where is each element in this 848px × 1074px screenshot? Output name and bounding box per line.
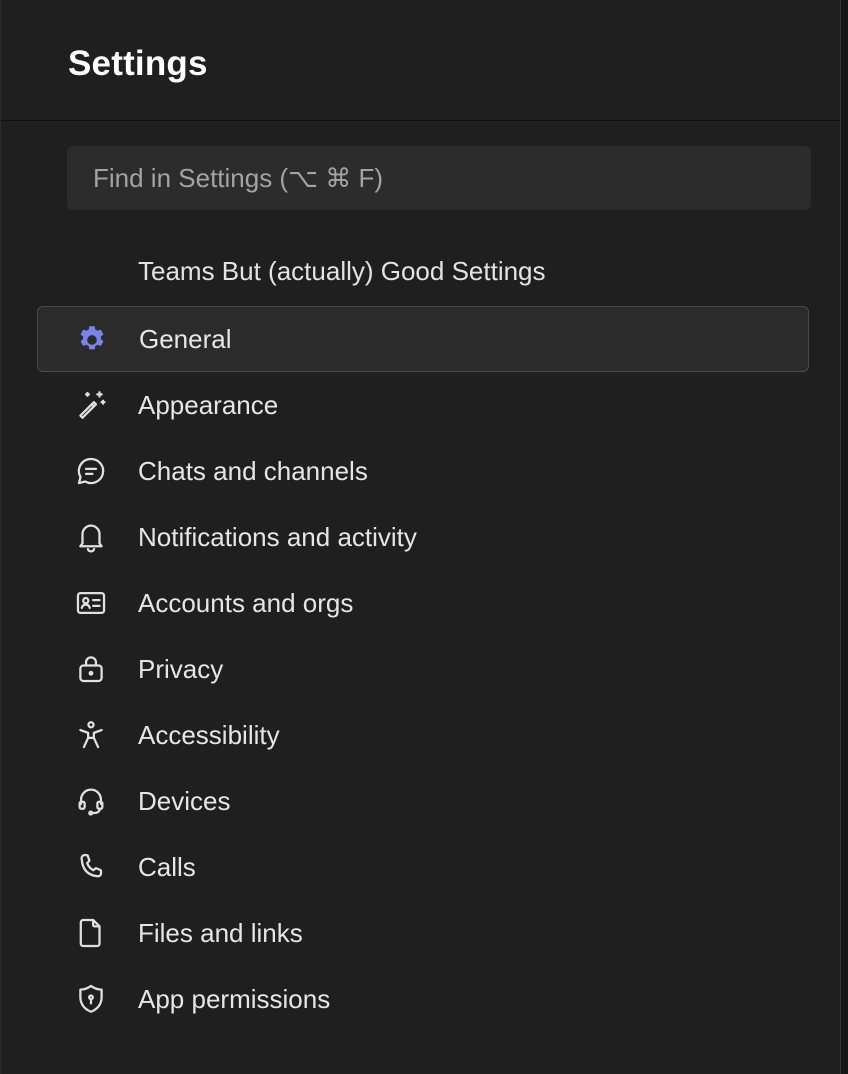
nav-item-calls[interactable]: Calls bbox=[37, 834, 809, 900]
nav-item-accessibility[interactable]: Accessibility bbox=[37, 702, 809, 768]
document-icon bbox=[73, 915, 109, 951]
nav-item-label: Accounts and orgs bbox=[138, 587, 354, 618]
nav-item-label: App permissions bbox=[138, 983, 331, 1014]
window-edge bbox=[840, 0, 848, 1074]
nav-item-label: General bbox=[139, 323, 232, 354]
nav-item-files-and-links[interactable]: Files and links bbox=[37, 900, 809, 966]
nav-item-label: Calls bbox=[138, 851, 196, 882]
settings-panel: Settings Teams But (actually) Good Setti… bbox=[0, 0, 841, 1074]
nav-item-label: Files and links bbox=[138, 917, 303, 948]
nav-item-devices[interactable]: Devices bbox=[37, 768, 809, 834]
nav-item-accounts-and-orgs[interactable]: Accounts and orgs bbox=[37, 570, 809, 636]
nav-item-general[interactable]: General bbox=[37, 306, 809, 372]
magic-wand-icon bbox=[73, 387, 109, 423]
nav-item-chats-and-channels[interactable]: Chats and channels bbox=[37, 438, 809, 504]
nav-item-notifications[interactable]: Notifications and activity bbox=[37, 504, 809, 570]
nav-item-label: Accessibility bbox=[138, 719, 280, 750]
accessibility-icon bbox=[73, 717, 109, 753]
settings-header: Settings bbox=[1, 0, 841, 121]
nav-item-privacy[interactable]: Privacy bbox=[37, 636, 809, 702]
page-title: Settings bbox=[68, 44, 208, 83]
gear-icon bbox=[74, 321, 110, 357]
headset-icon bbox=[73, 783, 109, 819]
shield-icon bbox=[73, 981, 109, 1017]
nav-item-app-permissions[interactable]: App permissions bbox=[37, 966, 809, 1032]
nav-item-appearance[interactable]: Appearance bbox=[37, 372, 809, 438]
phone-icon bbox=[73, 849, 109, 885]
section-heading: Teams But (actually) Good Settings bbox=[138, 256, 546, 286]
nav-item-label: Appearance bbox=[138, 389, 279, 420]
nav-item-label: Privacy bbox=[138, 653, 224, 684]
nav-item-label: Chats and channels bbox=[138, 455, 368, 486]
search-input[interactable] bbox=[67, 146, 811, 210]
nav-item-label: Notifications and activity bbox=[138, 521, 417, 552]
lock-icon bbox=[73, 651, 109, 687]
bell-icon bbox=[73, 519, 109, 555]
settings-nav: General Appearance Chats and channels No… bbox=[37, 306, 809, 1032]
chat-bubble-icon bbox=[73, 453, 109, 489]
contact-card-icon bbox=[73, 585, 109, 621]
nav-item-label: Devices bbox=[138, 785, 231, 816]
